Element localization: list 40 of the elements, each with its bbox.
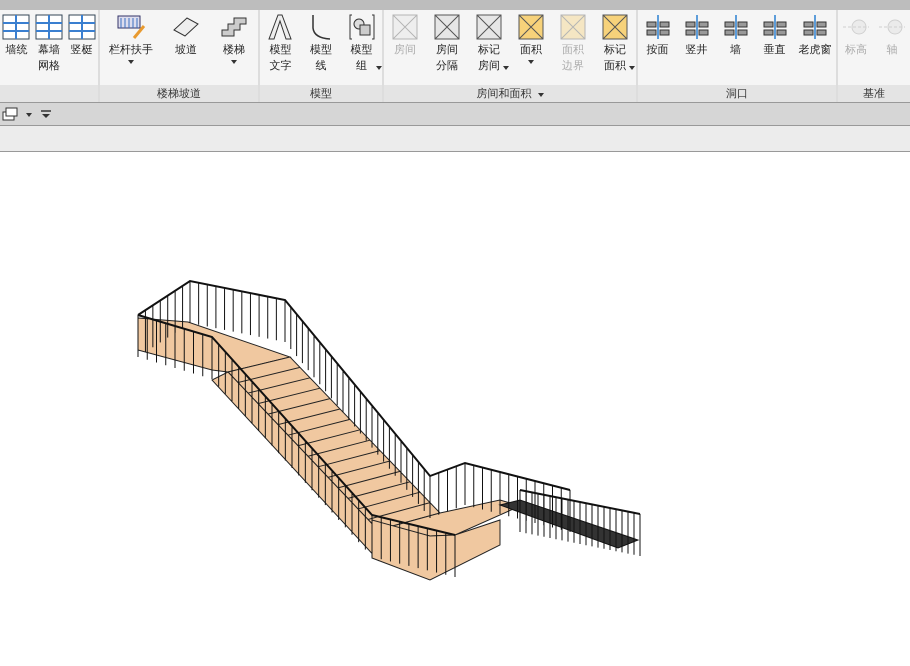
tool-icon (474, 12, 504, 42)
panel-title: 基准 (863, 86, 885, 101)
dropdown-caret-icon (503, 66, 509, 70)
dropdown-caret-icon (231, 60, 237, 64)
dropdown-caret-icon (376, 66, 382, 70)
ribbon-button[interactable]: 墙 (720, 12, 752, 85)
ribbon-button[interactable]: 竖井 (680, 12, 712, 85)
ribbon-button[interactable]: 栏杆扶手 (108, 12, 154, 85)
tool-icon (600, 12, 630, 42)
tool-icon (516, 12, 546, 42)
ribbon-button[interactable]: 模型文字 (264, 12, 296, 85)
ribbon-button[interactable]: 老虎窗 (798, 12, 832, 85)
ribbon-button[interactable]: 楼梯 (218, 12, 250, 85)
ribbon-button[interactable]: 模型组 (346, 12, 378, 85)
customize-menu-icon[interactable] (40, 109, 52, 119)
ribbon-button[interactable]: 幕墙网格 (32, 12, 65, 85)
dropdown-caret-icon (128, 60, 134, 64)
ribbon-button[interactable]: 按面 (642, 12, 674, 85)
ribbon-button[interactable]: 面积 (515, 12, 547, 85)
ribbon-button[interactable]: 标记房间 (473, 12, 505, 85)
dropdown-caret-icon (528, 60, 534, 64)
ribbon-button[interactable]: 标记面积 (599, 12, 631, 85)
ribbon-button[interactable]: 垂直 (758, 12, 790, 85)
panel-title: 模型 (310, 86, 332, 101)
window-switch-icon[interactable] (2, 107, 18, 121)
ribbon-button[interactable]: 坡道 (170, 12, 202, 85)
dropdown-caret-icon[interactable] (26, 113, 32, 117)
dropdown-caret-icon[interactable] (538, 92, 544, 96)
ribbon-button[interactable]: 墙统 (0, 12, 32, 85)
tool-icon (346, 12, 377, 42)
panel-title: 房间和面积 (476, 86, 532, 101)
panel-title: 洞口 (726, 86, 748, 101)
ribbon-button[interactable]: 模型线 (304, 12, 337, 85)
tool-icon (390, 12, 420, 42)
tool-icon (432, 12, 462, 42)
ribbon-button[interactable]: 竖梃 (66, 12, 98, 85)
panel-title: 楼梯坡道 (157, 86, 201, 101)
ribbon-button[interactable]: 房间分隔 (431, 12, 463, 85)
dropdown-caret-icon (629, 66, 635, 70)
tool-icon (558, 12, 588, 42)
